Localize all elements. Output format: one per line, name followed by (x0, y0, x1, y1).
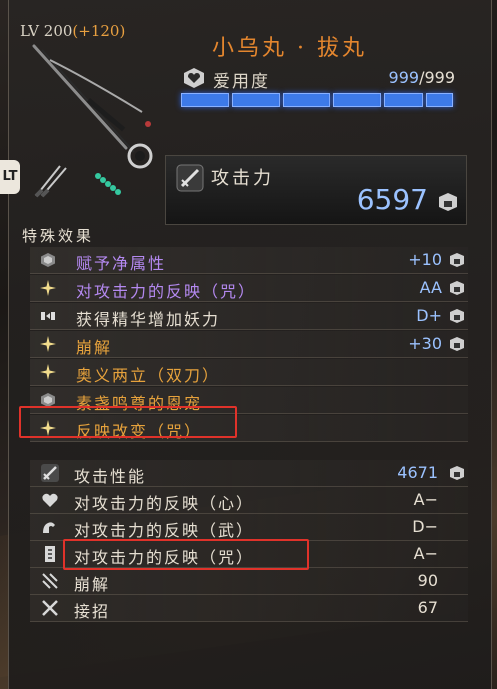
highlight-box-effect (19, 406, 237, 438)
stat-row[interactable]: 接招 67 (30, 595, 468, 622)
lock-icon (450, 253, 464, 267)
lock-icon (450, 281, 464, 295)
effect-value: +30 (408, 334, 442, 353)
affinity-value: 999/999 (389, 68, 455, 87)
effect-row[interactable]: 崩解 +30 (30, 331, 468, 358)
affinity-row: 爱用度 999/999 (183, 67, 455, 92)
effect-row[interactable]: 获得精华增加妖力 D+ (30, 303, 468, 330)
break-icon (42, 573, 58, 589)
stat-value: 67 (417, 598, 438, 617)
effect-name: 赋予净属性 (76, 254, 167, 273)
stat-name: 对攻击力的反映（心） (74, 494, 255, 513)
stat-value: 4671 (397, 463, 438, 482)
affinity-max: /999 (419, 68, 455, 87)
stat-name: 攻击性能 (74, 467, 147, 486)
lock-icon (439, 193, 457, 211)
affinity-bar-segment (425, 93, 454, 107)
affinity-bar-segment (333, 93, 382, 107)
heart-icon (42, 493, 58, 507)
effect-value: +10 (408, 250, 442, 269)
stat-row[interactable]: 攻击性能 4671 (30, 460, 468, 487)
effect-name: 获得精华增加妖力 (76, 310, 221, 329)
stat-value: A− (413, 490, 438, 509)
lock-icon (450, 466, 464, 480)
star-spark-icon (40, 280, 56, 296)
attack-value: 6597 (356, 183, 428, 216)
attack-label: 攻击力 (211, 168, 274, 189)
hex-gem-icon (41, 253, 55, 267)
affinity-bar-segment (384, 93, 423, 107)
arm-icon (43, 522, 55, 533)
talisman-icon (45, 546, 55, 562)
star-spark-icon (40, 364, 56, 380)
affinity-label: 爱用度 (213, 72, 270, 92)
attack-sword-icon (176, 164, 204, 192)
stat-row[interactable]: 对攻击力的反映（武） D− (30, 514, 468, 541)
lt-button-badge[interactable]: LT (0, 160, 20, 194)
lock-icon (450, 309, 464, 323)
stat-name: 接招 (74, 602, 111, 621)
effect-row[interactable]: 奥义两立（双刀） (30, 359, 468, 386)
affinity-heart-icon (184, 68, 204, 88)
weapon-name: 小乌丸 · 拔丸 (212, 36, 367, 61)
attack-box: 攻击力 6597 (165, 155, 467, 225)
sword-icon (41, 464, 59, 482)
lock-icon (450, 337, 464, 351)
affinity-bar-segment (231, 93, 280, 107)
level-bonus: (+120) (72, 22, 126, 40)
katana-icon (32, 44, 153, 169)
affinity-bar-segment (282, 93, 331, 107)
prayer-beads-icon[interactable] (92, 168, 124, 200)
level-label: LV 200(+120) (20, 22, 125, 40)
twin-swords-icon[interactable] (30, 160, 70, 200)
effect-value: D+ (416, 306, 442, 325)
affinity-bar-segment (181, 93, 229, 107)
affinity-bar (181, 93, 454, 107)
cross-swords-icon (42, 600, 58, 616)
special-effects-title: 特殊效果 (22, 227, 95, 245)
effect-name: 崩解 (76, 338, 113, 357)
stat-value: A− (413, 544, 438, 563)
stat-value: D− (412, 517, 438, 536)
star-spark-icon (40, 336, 56, 352)
level-text: LV 200 (20, 22, 73, 40)
highlight-box-stat (63, 539, 309, 570)
stat-name: 崩解 (74, 575, 111, 594)
stat-name: 对攻击力的反映（武） (74, 521, 255, 540)
affinity-current: 999 (388, 68, 420, 87)
stat-row[interactable]: 崩解 90 (30, 568, 468, 595)
effect-row[interactable]: 赋予净属性 +10 (30, 247, 468, 274)
stat-row[interactable]: 对攻击力的反映（心） A− (30, 487, 468, 514)
stat-value: 90 (417, 571, 438, 590)
effect-name: 对攻击力的反映（咒） (76, 282, 257, 301)
effect-row[interactable]: 对攻击力的反映（咒） AA (30, 275, 468, 302)
ribbon-icon (41, 312, 55, 320)
effect-name: 奥义两立（双刀） (76, 366, 221, 385)
effect-value: AA (419, 278, 442, 297)
